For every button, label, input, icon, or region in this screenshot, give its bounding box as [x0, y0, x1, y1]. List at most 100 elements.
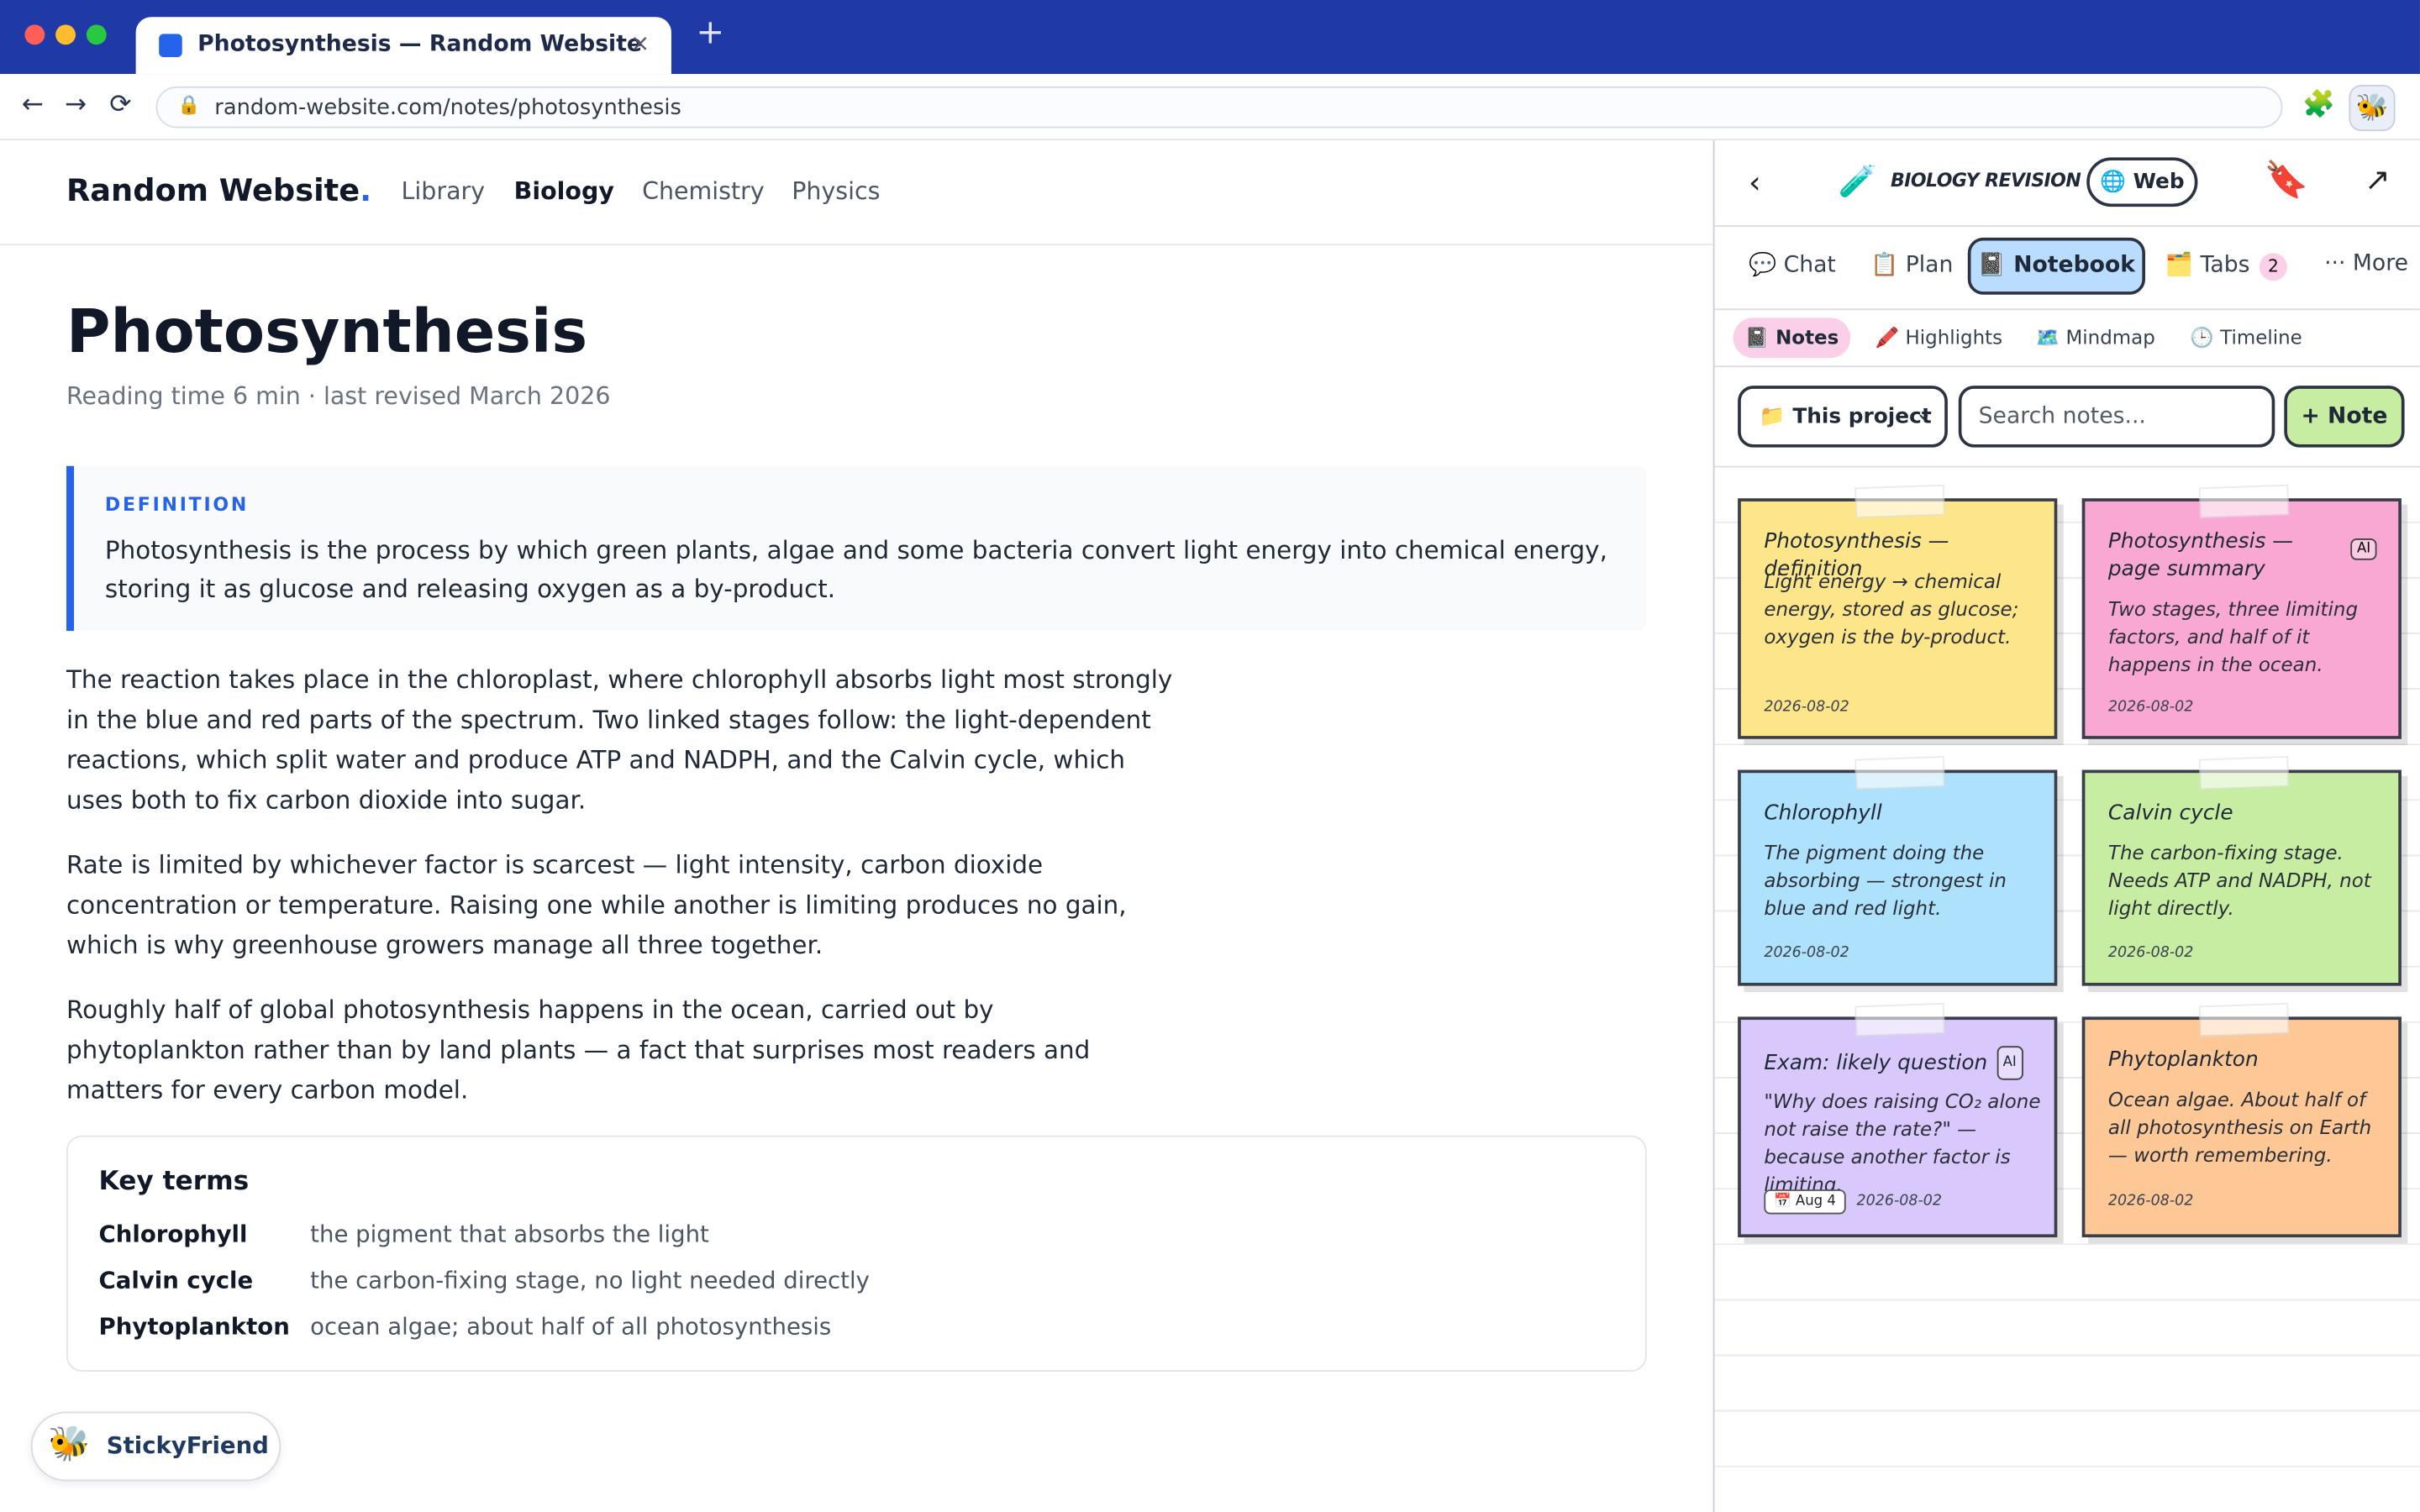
window-close-button[interactable] — [24, 24, 45, 45]
bee-mascot-icon: 🐝 — [47, 1425, 91, 1465]
tabs-count-badge: 2 — [2259, 253, 2287, 281]
note-date: 2026-08-02 — [1764, 944, 1849, 962]
sticky-note[interactable]: Photosynthesis — page summary AI Two sta… — [2081, 484, 2402, 739]
note-date: 2026-08-02 — [2107, 1192, 2194, 1210]
scope-selected-value: 📁 This project — [1759, 404, 1932, 429]
definition-text: Photosynthesis is the process by which g… — [104, 535, 1607, 604]
ai-badge: AI — [2350, 538, 2377, 560]
sticky-note[interactable]: Calvin cycle The carbon-fixing stage. Ne… — [2081, 755, 2402, 986]
browser-toolbar: ← → ⟳ 🔒 random-website.com/notes/photosy… — [0, 74, 2420, 141]
address-bar[interactable]: 🔒 random-website.com/notes/photosynthesi… — [155, 86, 2283, 129]
article-paragraph: The reaction takes place in the chloropl… — [66, 664, 1173, 815]
note-body: The pigment doing the absorbing — strong… — [1764, 841, 2007, 920]
tape-decoration — [2198, 755, 2290, 790]
sticky-note[interactable]: Photosynthesis — definition Light energy… — [1738, 484, 2058, 739]
divider — [1714, 308, 2420, 311]
nav-link-biology[interactable]: Biology — [514, 177, 614, 205]
subtab-mindmap[interactable]: 🗺️ Mindmap — [2036, 326, 2155, 350]
page-title: Photosynthesis — [66, 297, 588, 368]
back-arrow-icon[interactable]: ← — [22, 90, 44, 121]
note-title: Chlorophyll — [1764, 801, 1882, 826]
sticky-note[interactable]: Phytoplankton Ocean algae. About half of… — [2081, 1002, 2402, 1238]
key-term-definition: the pigment that absorbs the light — [310, 1220, 709, 1248]
browser-tab-active[interactable]: Photosynthesis — Random Website × — [135, 17, 671, 75]
key-term: Calvin cycle — [98, 1266, 254, 1294]
forward-arrow-icon[interactable]: → — [65, 90, 87, 121]
definition-label: DEFINITION — [104, 493, 250, 516]
tab-plan[interactable]: 📋 Plan — [1870, 251, 1953, 277]
note-body: The carbon-fixing stage. Needs ATP and N… — [2107, 841, 2371, 920]
add-note-button[interactable]: + Note — [2284, 386, 2405, 448]
extensions-puzzle-icon[interactable]: 🧩 — [2302, 90, 2335, 121]
key-term-definition: ocean algae; about half of all photosynt… — [310, 1313, 832, 1341]
window-minimize-button[interactable] — [55, 24, 76, 45]
reload-icon[interactable]: ⟳ — [109, 90, 131, 121]
tab-more[interactable]: ··· More — [2324, 251, 2408, 276]
key-term: Phytoplankton — [98, 1313, 290, 1341]
site-header: Random Website. Library Biology Chemistr… — [0, 140, 1713, 246]
nav-link-physics[interactable]: Physics — [792, 177, 880, 205]
key-terms-title: Key terms — [98, 1166, 250, 1198]
screen: Photosynthesis — Random Website × + ← → … — [0, 0, 2420, 1512]
note-title: Photosynthesis — page summary — [2107, 528, 2294, 582]
stickyfriend-label: StickyFriend — [106, 1431, 269, 1460]
subtab-timeline[interactable]: 🕒 Timeline — [2190, 326, 2302, 350]
stickyfriend-launcher-button[interactable]: 🐝 StickyFriend — [30, 1411, 281, 1482]
note-body: Two stages, three limiting factors, and … — [2107, 596, 2359, 676]
due-date-chip[interactable]: 📅 Aug 4 — [1764, 1189, 1846, 1215]
subtab-highlights[interactable]: 🖍️ Highlights — [1876, 326, 2002, 350]
sticky-note[interactable]: Chlorophyll The pigment doing the absorb… — [1738, 755, 2058, 986]
search-notes-input[interactable] — [1958, 386, 2275, 448]
article-paragraph: Roughly half of global photosynthesis ha… — [66, 995, 1091, 1105]
chevron-down-icon: ⌄ — [1915, 402, 1933, 426]
scope-select[interactable]: 📁 This project ⌄ — [1738, 386, 1948, 448]
site-logo[interactable]: Random Website. — [66, 171, 371, 208]
site-favicon-icon — [159, 34, 182, 57]
tab-chat[interactable]: 💬 Chat — [1749, 251, 1836, 277]
tape-decoration — [1854, 484, 1945, 519]
article-meta: Reading time 6 min · last revised March … — [66, 382, 611, 411]
url-text: random-website.com/notes/photosynthesis — [214, 95, 681, 121]
tape-decoration — [1854, 1002, 1945, 1037]
note-date: 2026-08-02 — [1856, 1192, 1942, 1210]
lock-icon: 🔒 — [177, 94, 201, 116]
tab-notebook[interactable]: 📓 Notebook — [1967, 237, 2146, 295]
sticky-note[interactable]: Exam: likely question AI "Why does raisin… — [1738, 1002, 2058, 1238]
article-paragraph: Rate is limited by whichever factor is s… — [66, 850, 1127, 960]
nav-link-library[interactable]: Library — [402, 177, 486, 205]
divider — [1714, 465, 2420, 468]
tape-decoration — [1854, 755, 1945, 790]
web-toggle-button[interactable]: 🌐 Web — [2086, 157, 2198, 207]
new-tab-button[interactable]: + — [696, 14, 724, 53]
window-zoom-button[interactable] — [86, 24, 107, 45]
stickyfriend-extension-icon[interactable]: 🐝 — [2349, 85, 2396, 132]
note-date: 2026-08-02 — [2107, 699, 2194, 717]
test-tube-icon: 🧪 — [1838, 161, 1877, 199]
note-body: Ocean algae. About half of all photosynt… — [2107, 1087, 2372, 1167]
note-date: 2026-08-02 — [2107, 944, 2194, 962]
note-title: Calvin cycle — [2107, 801, 2233, 826]
note-title: Phytoplankton — [2107, 1047, 2259, 1073]
browser-tab-bar: Photosynthesis — Random Website × + — [0, 0, 2420, 75]
note-date: 2026-08-02 — [1764, 699, 1849, 717]
bookmark-icon[interactable]: 🔖 — [2264, 159, 2308, 201]
divider — [1714, 365, 2420, 368]
stickyfriend-side-panel: ‹ 🧪 BIOLOGY REVISION 🌐 Web 🔖 ↗ 💬 Chat 📋 … — [1712, 140, 2420, 1512]
tape-decoration — [2198, 484, 2290, 519]
note-title: Exam: likely question AI — [1764, 1046, 2057, 1080]
expand-icon[interactable]: ↗ — [2365, 160, 2391, 197]
key-terms-box: Key terms Chlorophyll the pigment that a… — [66, 1135, 1647, 1372]
note-body: "Why does raising CO₂ alone not raise th… — [1764, 1089, 2041, 1196]
back-chevron-icon[interactable]: ‹ — [1749, 164, 1761, 201]
key-term-definition: the carbon-fixing stage, no light needed… — [310, 1266, 870, 1294]
project-title[interactable]: BIOLOGY REVISION — [1891, 170, 2081, 192]
ai-badge: AI — [1996, 1046, 2023, 1080]
tab-title: Photosynthesis — Random Website — [197, 32, 643, 57]
tab-tabs[interactable]: 🗂️ Tabs — [2165, 251, 2250, 277]
divider — [1714, 225, 2420, 227]
subtab-notes[interactable]: 📓 Notes — [1733, 318, 1851, 359]
tab-close-icon[interactable]: × — [630, 29, 650, 57]
key-term: Chlorophyll — [98, 1220, 248, 1248]
tape-decoration — [2198, 1002, 2290, 1037]
nav-link-chemistry[interactable]: Chemistry — [642, 177, 765, 205]
